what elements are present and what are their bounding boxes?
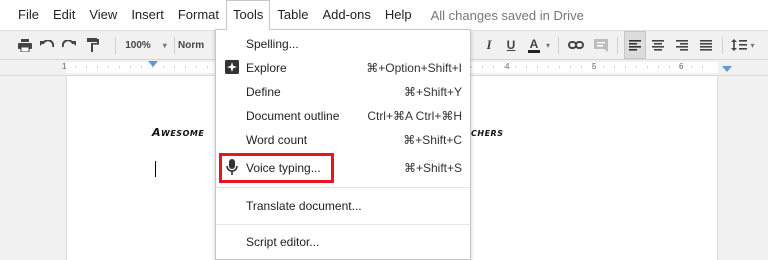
- menu-file[interactable]: File: [0, 0, 46, 30]
- menu-item-explore[interactable]: Explore ⌘+Option+Shift+I: [216, 57, 470, 81]
- underline-button[interactable]: U: [505, 31, 517, 59]
- menu-help[interactable]: Help: [378, 0, 419, 30]
- zoom-select[interactable]: 100% ▾: [124, 31, 168, 59]
- text-cursor: [155, 161, 156, 177]
- menu-item-spelling[interactable]: Spelling...: [216, 33, 470, 57]
- menu-divider: [216, 224, 470, 225]
- menu-edit[interactable]: Edit: [46, 0, 82, 30]
- chevron-down-icon: ▾: [162, 40, 167, 50]
- save-status: All changes saved in Drive: [430, 7, 584, 23]
- menu-item-label: Define: [246, 85, 281, 99]
- redo-icon[interactable]: [60, 31, 78, 59]
- menu-item-document-outline[interactable]: Document outline Ctrl+⌘A Ctrl+⌘H: [216, 105, 470, 129]
- menu-item-shortcut: ⌘+Shift+C: [403, 133, 462, 147]
- menu-item-shortcut: ⌘+Shift+Y: [403, 85, 462, 99]
- menu-item-shortcut: ⌘+Option+Shift+I: [366, 61, 462, 75]
- paint-format-icon[interactable]: [84, 31, 102, 59]
- comment-icon[interactable]: [592, 31, 610, 59]
- explore-icon: [225, 60, 239, 77]
- link-icon[interactable]: [566, 31, 586, 59]
- menu-divider: [216, 187, 470, 188]
- menu-item-label: Translate document...: [246, 199, 362, 213]
- menu-format[interactable]: Format: [171, 0, 226, 30]
- text-color-dropdown-icon[interactable]: ▾: [543, 31, 553, 59]
- style-value: Norm: [178, 39, 205, 51]
- menu-item-define[interactable]: Define ⌘+Shift+Y: [216, 81, 470, 105]
- line-spacing-icon[interactable]: ▾: [728, 31, 758, 59]
- menu-item-label: Document outline: [246, 109, 340, 123]
- menu-bar: File Edit View Insert Format Tools Table…: [0, 0, 768, 30]
- menu-item-word-count[interactable]: Word count ⌘+Shift+C: [216, 129, 470, 153]
- align-left-icon[interactable]: [624, 31, 646, 59]
- style-select[interactable]: Norm: [178, 31, 214, 59]
- menu-table[interactable]: Table: [270, 0, 315, 30]
- ruler-number: 6: [679, 62, 684, 71]
- right-indent-marker[interactable]: [722, 66, 732, 72]
- menu-tools[interactable]: Tools: [226, 0, 271, 30]
- menu-item-label: Script editor...: [246, 235, 320, 249]
- menu-item-label: Spelling...: [246, 37, 299, 51]
- print-icon[interactable]: [16, 31, 34, 59]
- menu-insert[interactable]: Insert: [124, 0, 171, 30]
- menu-item-label: Explore: [246, 61, 287, 75]
- menu-item-label: Word count: [246, 133, 308, 147]
- menu-item-shortcut: ⌘+Shift+S: [403, 161, 462, 175]
- text-color-label: A: [529, 36, 539, 51]
- ruler-number: 5: [592, 62, 597, 71]
- justify-icon[interactable]: [696, 31, 716, 59]
- undo-icon[interactable]: [38, 31, 56, 59]
- text-color-button[interactable]: A: [527, 31, 541, 59]
- voice-typing-highlight: [219, 153, 334, 183]
- align-right-icon[interactable]: [672, 31, 692, 59]
- ruler-number: 4: [505, 62, 510, 71]
- menu-addons[interactable]: Add-ons: [315, 0, 377, 30]
- menu-item-shortcut: Ctrl+⌘A Ctrl+⌘H: [367, 109, 462, 123]
- menu-item-script-editor[interactable]: Script editor...: [216, 231, 470, 255]
- menu-view[interactable]: View: [82, 0, 124, 30]
- menu-item-translate-document[interactable]: Translate document...: [216, 195, 470, 219]
- tools-menu: Spelling... Explore ⌘+Option+Shift+I Def…: [215, 29, 471, 260]
- document-heading-right: chers: [471, 126, 504, 139]
- zoom-value: 100%: [125, 39, 151, 51]
- align-center-icon[interactable]: [648, 31, 668, 59]
- ruler-number: 1: [62, 62, 67, 71]
- indent-marker[interactable]: [148, 61, 158, 67]
- italic-button[interactable]: I: [483, 31, 495, 59]
- document-heading-left: Awesome: [152, 126, 205, 139]
